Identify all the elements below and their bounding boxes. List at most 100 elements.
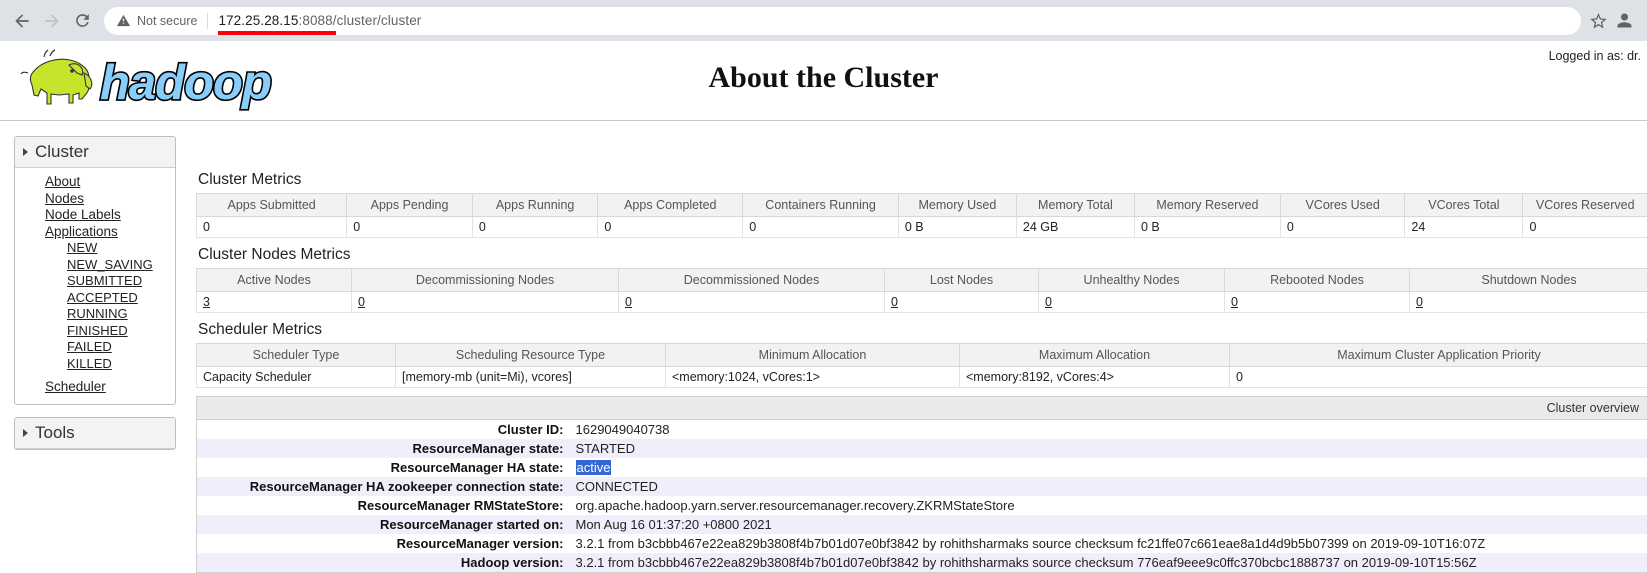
bookmark-star-icon[interactable] xyxy=(1589,11,1608,30)
security-status[interactable]: Not secure xyxy=(116,13,197,28)
navigation-buttons xyxy=(8,7,96,35)
val-apps-pending: 0 xyxy=(347,217,473,238)
sidebar-item-accepted[interactable]: ACCEPTED xyxy=(15,290,175,307)
page-content: hadoop About the Cluster Logged in as: d… xyxy=(0,41,1647,546)
col-active-nodes[interactable]: Active Nodes xyxy=(197,269,352,292)
col-shutdown-nodes[interactable]: Shutdown Nodes xyxy=(1410,269,1647,292)
col-apps-running[interactable]: Apps Running xyxy=(472,194,598,217)
col-memory-used[interactable]: Memory Used xyxy=(898,194,1016,217)
reload-icon[interactable] xyxy=(68,7,96,35)
sidebar-item-node-labels[interactable]: Node Labels xyxy=(15,207,175,224)
val-memory-reserved: 0 B xyxy=(1134,217,1280,238)
table-row: ResourceManager HA state: active xyxy=(197,458,1647,477)
col-lost-nodes[interactable]: Lost Nodes xyxy=(885,269,1039,292)
label-hadoop-version: Hadoop version: xyxy=(197,553,570,573)
tools-heading: Tools xyxy=(35,423,75,443)
table-row: 0 0 0 0 0 0 B 24 GB 0 B 0 24 0 xyxy=(197,217,1647,238)
cluster-panel: Cluster About Nodes Node Labels Applicat… xyxy=(14,136,176,405)
sidebar-item-new-saving[interactable]: NEW_SAVING xyxy=(15,257,175,274)
url-host: 172.25.28.15 xyxy=(218,13,298,28)
col-memory-reserved[interactable]: Memory Reserved xyxy=(1134,194,1280,217)
col-decommissioned-nodes[interactable]: Decommissioned Nodes xyxy=(619,269,885,292)
sidebar-item-about[interactable]: About xyxy=(15,174,175,191)
table-row: ResourceManager HA zookeeper connection … xyxy=(197,477,1647,496)
label-rm-version: ResourceManager version: xyxy=(197,534,570,553)
decommissioning-nodes-link[interactable]: 0 xyxy=(358,295,365,309)
col-decommissioning-nodes[interactable]: Decommissioning Nodes xyxy=(352,269,619,292)
value-hadoop-version: 3.2.1 from b3cbbb467e22ea829b3808f4b7b01… xyxy=(570,553,1647,573)
omnibox-divider xyxy=(207,13,208,29)
label-rm-zk-state: ResourceManager HA zookeeper connection … xyxy=(197,477,570,496)
val-rebooted-nodes: 0 xyxy=(1225,292,1410,313)
address-bar[interactable]: Not secure 172.25.28.15:8088/cluster/clu… xyxy=(104,7,1581,35)
back-icon[interactable] xyxy=(8,7,36,35)
table-row: ResourceManager started on: Mon Aug 16 0… xyxy=(197,515,1647,534)
sidebar-item-failed[interactable]: FAILED xyxy=(15,339,175,356)
val-decommissioning-nodes: 0 xyxy=(352,292,619,313)
val-shutdown-nodes: 0 xyxy=(1410,292,1647,313)
val-unhealthy-nodes: 0 xyxy=(1039,292,1225,313)
sidebar-item-nodes[interactable]: Nodes xyxy=(15,191,175,208)
logged-in-status: Logged in as: dr. xyxy=(1549,49,1641,63)
col-containers-running[interactable]: Containers Running xyxy=(743,194,899,217)
col-max-cluster-app-priority[interactable]: Maximum Cluster Application Priority xyxy=(1230,344,1647,367)
security-label: Not secure xyxy=(137,14,197,28)
unhealthy-nodes-link[interactable]: 0 xyxy=(1045,295,1052,309)
cluster-metrics-title: Cluster Metrics xyxy=(198,171,1647,189)
sidebar-item-applications[interactable]: Applications xyxy=(15,224,175,241)
val-decommissioned-nodes: 0 xyxy=(619,292,885,313)
col-maximum-allocation[interactable]: Maximum Allocation xyxy=(960,344,1230,367)
col-memory-total[interactable]: Memory Total xyxy=(1016,194,1134,217)
col-scheduler-type[interactable]: Scheduler Type xyxy=(197,344,396,367)
url-path: :8088/cluster/cluster xyxy=(298,13,421,28)
col-rebooted-nodes[interactable]: Rebooted Nodes xyxy=(1225,269,1410,292)
sidebar-item-submitted[interactable]: SUBMITTED xyxy=(15,273,175,290)
col-vcores-total[interactable]: VCores Total xyxy=(1405,194,1523,217)
active-nodes-link[interactable]: 3 xyxy=(203,295,210,309)
table-row: ResourceManager RMStateStore: org.apache… xyxy=(197,496,1647,515)
url-red-underline xyxy=(218,31,336,35)
decommissioned-nodes-link[interactable]: 0 xyxy=(625,295,632,309)
val-apps-submitted: 0 xyxy=(197,217,347,238)
main-content: Cluster Metrics Apps Submitted Apps Pend… xyxy=(196,171,1647,573)
val-active-nodes: 3 xyxy=(197,292,352,313)
val-maximum-allocation: <memory:8192, vCores:4> xyxy=(960,367,1230,388)
forward-icon[interactable] xyxy=(38,7,66,35)
col-vcores-used[interactable]: VCores Used xyxy=(1280,194,1404,217)
page-title: About the Cluster xyxy=(0,61,1647,95)
nav-spacer xyxy=(15,372,175,379)
profile-avatar-icon[interactable] xyxy=(1614,10,1635,31)
col-apps-submitted[interactable]: Apps Submitted xyxy=(197,194,347,217)
value-rm-ha-state: active xyxy=(570,458,1647,477)
sidebar-item-killed[interactable]: KILLED xyxy=(15,356,175,373)
val-memory-used: 0 B xyxy=(898,217,1016,238)
cluster-overview-table: Cluster overview Cluster ID: 16290490407… xyxy=(196,396,1647,573)
col-apps-pending[interactable]: Apps Pending xyxy=(347,194,473,217)
val-lost-nodes: 0 xyxy=(885,292,1039,313)
cluster-panel-header[interactable]: Cluster xyxy=(15,137,175,168)
lost-nodes-link[interactable]: 0 xyxy=(891,295,898,309)
val-vcores-total: 24 xyxy=(1405,217,1523,238)
sidebar-item-new[interactable]: NEW xyxy=(15,240,175,257)
val-vcores-reserved: 0 xyxy=(1523,217,1647,238)
col-apps-completed[interactable]: Apps Completed xyxy=(598,194,743,217)
val-containers-running: 0 xyxy=(743,217,899,238)
label-rm-statestore: ResourceManager RMStateStore: xyxy=(197,496,570,515)
scheduler-metrics-table: Scheduler Type Scheduling Resource Type … xyxy=(196,343,1647,388)
col-unhealthy-nodes[interactable]: Unhealthy Nodes xyxy=(1039,269,1225,292)
sidebar-item-finished[interactable]: FINISHED xyxy=(15,323,175,340)
sidebar-item-running[interactable]: RUNNING xyxy=(15,306,175,323)
rebooted-nodes-link[interactable]: 0 xyxy=(1231,295,1238,309)
tools-panel-header[interactable]: Tools xyxy=(15,418,175,449)
sidebar-item-scheduler[interactable]: Scheduler xyxy=(15,379,175,396)
table-header-row: Active Nodes Decommissioning Nodes Decom… xyxy=(197,269,1647,292)
table-header-row: Scheduler Type Scheduling Resource Type … xyxy=(197,344,1647,367)
col-minimum-allocation[interactable]: Minimum Allocation xyxy=(666,344,960,367)
col-scheduling-resource-type[interactable]: Scheduling Resource Type xyxy=(396,344,666,367)
cluster-heading: Cluster xyxy=(35,142,89,162)
col-vcores-reserved[interactable]: VCores Reserved xyxy=(1523,194,1647,217)
toolbar-right-icons xyxy=(1589,10,1639,31)
value-rm-started-on: Mon Aug 16 01:37:20 +0800 2021 xyxy=(570,515,1647,534)
value-cluster-id: 1629049040738 xyxy=(570,420,1647,440)
shutdown-nodes-link[interactable]: 0 xyxy=(1416,295,1423,309)
